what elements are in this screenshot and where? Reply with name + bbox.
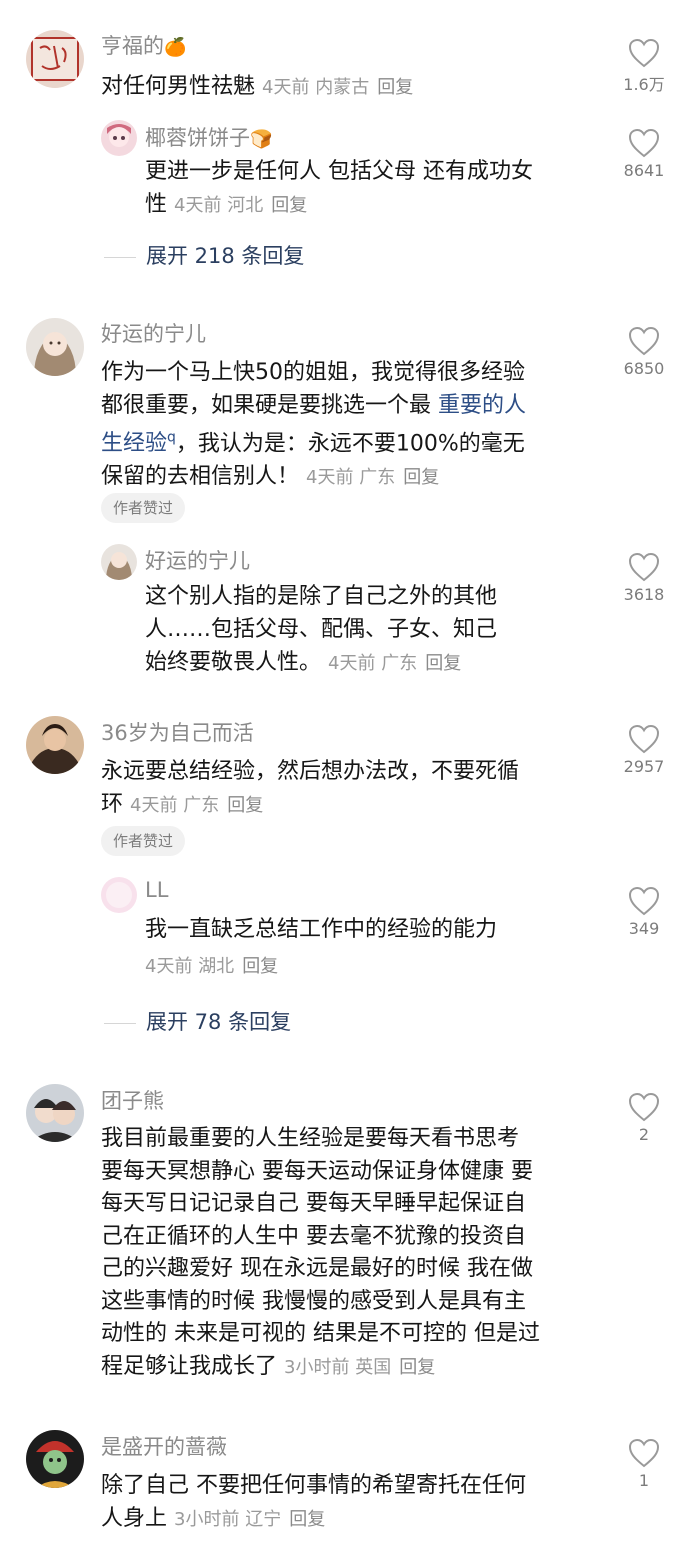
comment-author[interactable]: 36岁为自己而活 [101, 717, 254, 747]
expand-replies-button[interactable]: 展开 78 条回复 [104, 1006, 291, 1036]
avatar[interactable] [101, 877, 137, 913]
heart-icon [628, 724, 660, 754]
like-count: 349 [628, 919, 660, 938]
avatar[interactable] [26, 318, 84, 376]
comment-text[interactable]: 除了自己 不要把任何事情的希望寄托在任何 人身上 3小时前 辽宁 回复 [101, 1469, 611, 1536]
like-count: 8641 [623, 161, 665, 180]
comment-text[interactable]: 对任何男性祛魅 4天前 内蒙古 回复 [101, 70, 413, 104]
comment-text[interactable]: 我目前最重要的人生经验是要每天看书思考 要每天冥想静心 要每天运动保证身体健康 … [101, 1123, 611, 1384]
reply-author[interactable]: LL [145, 878, 168, 902]
comment-meta: 4天前 内蒙古 回复 [262, 77, 414, 98]
comment-meta: 4天前 广东 回复 [130, 795, 264, 816]
like-count: 2957 [623, 757, 665, 776]
like-button[interactable]: 2 [614, 1092, 674, 1144]
heart-icon [628, 38, 660, 68]
like-count: 1 [638, 1471, 650, 1490]
like-button[interactable]: 1.6万 [614, 38, 674, 95]
like-count: 2 [638, 1125, 650, 1144]
avatar[interactable] [26, 716, 84, 774]
comment-text[interactable]: 永远要总结经验，然后想办法改，不要死循 环 4天前 广东 回复 [101, 755, 601, 822]
like-count: 3618 [623, 585, 665, 604]
comment-author[interactable]: 是盛开的蔷薇 [101, 1431, 227, 1461]
reply-link[interactable]: 回复 [403, 467, 439, 488]
reply-link[interactable]: 回复 [289, 1509, 325, 1530]
orange-emoji-icon: 🍊 [164, 37, 187, 58]
avatar[interactable] [101, 544, 137, 580]
reply-meta: 4天前 广东 回复 [328, 653, 462, 674]
reply-link[interactable]: 回复 [377, 77, 413, 98]
author-liked-badge: 作者赞过 [101, 493, 186, 523]
reply-meta: 4天前 河北 回复 [174, 195, 308, 216]
like-button[interactable]: 2957 [614, 724, 674, 776]
like-count: 1.6万 [623, 75, 665, 94]
heart-icon [628, 128, 660, 158]
reply-author[interactable]: 好运的宁儿 [145, 545, 250, 575]
search-link[interactable]: 重要的人 [438, 393, 526, 418]
comment-meta: 3小时前 英国 回复 [284, 1356, 436, 1378]
reply-link[interactable]: 回复 [399, 1357, 435, 1378]
divider [104, 256, 136, 258]
expand-replies-button[interactable]: 展开 218 条回复 [104, 240, 304, 270]
reply-link[interactable]: 回复 [425, 653, 461, 674]
avatar[interactable] [26, 30, 84, 88]
reply-text[interactable]: 更进一步是任何人 包括父母 还有成功女 性 4天前 河北 回复 [145, 155, 605, 222]
bread-emoji-icon: 🍞 [250, 129, 273, 150]
comment-meta: 4天前 广东 回复 [306, 467, 440, 489]
comment-author[interactable]: 好运的宁儿 [101, 318, 206, 348]
reply-author[interactable]: 椰蓉饼饼子🍞 [145, 122, 272, 152]
reply-meta: 4天前 湖北 回复 [145, 956, 279, 977]
reply-link[interactable]: 回复 [271, 195, 307, 216]
like-button[interactable]: 8641 [614, 128, 674, 180]
heart-icon [628, 326, 660, 356]
comment-text[interactable]: 作为一个马上快50的姐姐，我觉得很多经验 都很重要，如果硬是要挑选一个最 重要的… [101, 356, 601, 494]
divider [104, 1022, 136, 1024]
search-link[interactable]: 生经验q [101, 430, 176, 456]
like-count: 6850 [623, 359, 665, 378]
comment-meta: 3小时前 辽宁 回复 [174, 1509, 326, 1530]
like-button[interactable]: 349 [614, 886, 674, 938]
heart-icon [628, 886, 660, 916]
avatar[interactable] [101, 120, 137, 156]
heart-icon [628, 1092, 660, 1122]
reply-text[interactable]: 这个别人指的是除了自己之外的其他 人……包括父母、配偶、子女、知己 始终要敬畏人… [145, 580, 605, 680]
comment-author[interactable]: 亨福的🍊 [101, 30, 186, 60]
reply-link[interactable]: 回复 [227, 795, 263, 816]
like-button[interactable]: 6850 [614, 326, 674, 378]
heart-icon [628, 1438, 660, 1468]
like-button[interactable]: 3618 [614, 552, 674, 604]
comment-author[interactable]: 团子熊 [101, 1085, 164, 1115]
reply-text[interactable]: 我一直缺乏总结工作中的经验的能力 4天前 湖北 回复 [145, 913, 605, 983]
author-liked-badge: 作者赞过 [101, 826, 186, 856]
reply-link[interactable]: 回复 [242, 956, 278, 977]
avatar[interactable] [26, 1084, 84, 1142]
heart-icon [628, 552, 660, 582]
like-button[interactable]: 1 [614, 1438, 674, 1490]
search-icon: q [167, 430, 176, 446]
avatar[interactable] [26, 1430, 84, 1488]
